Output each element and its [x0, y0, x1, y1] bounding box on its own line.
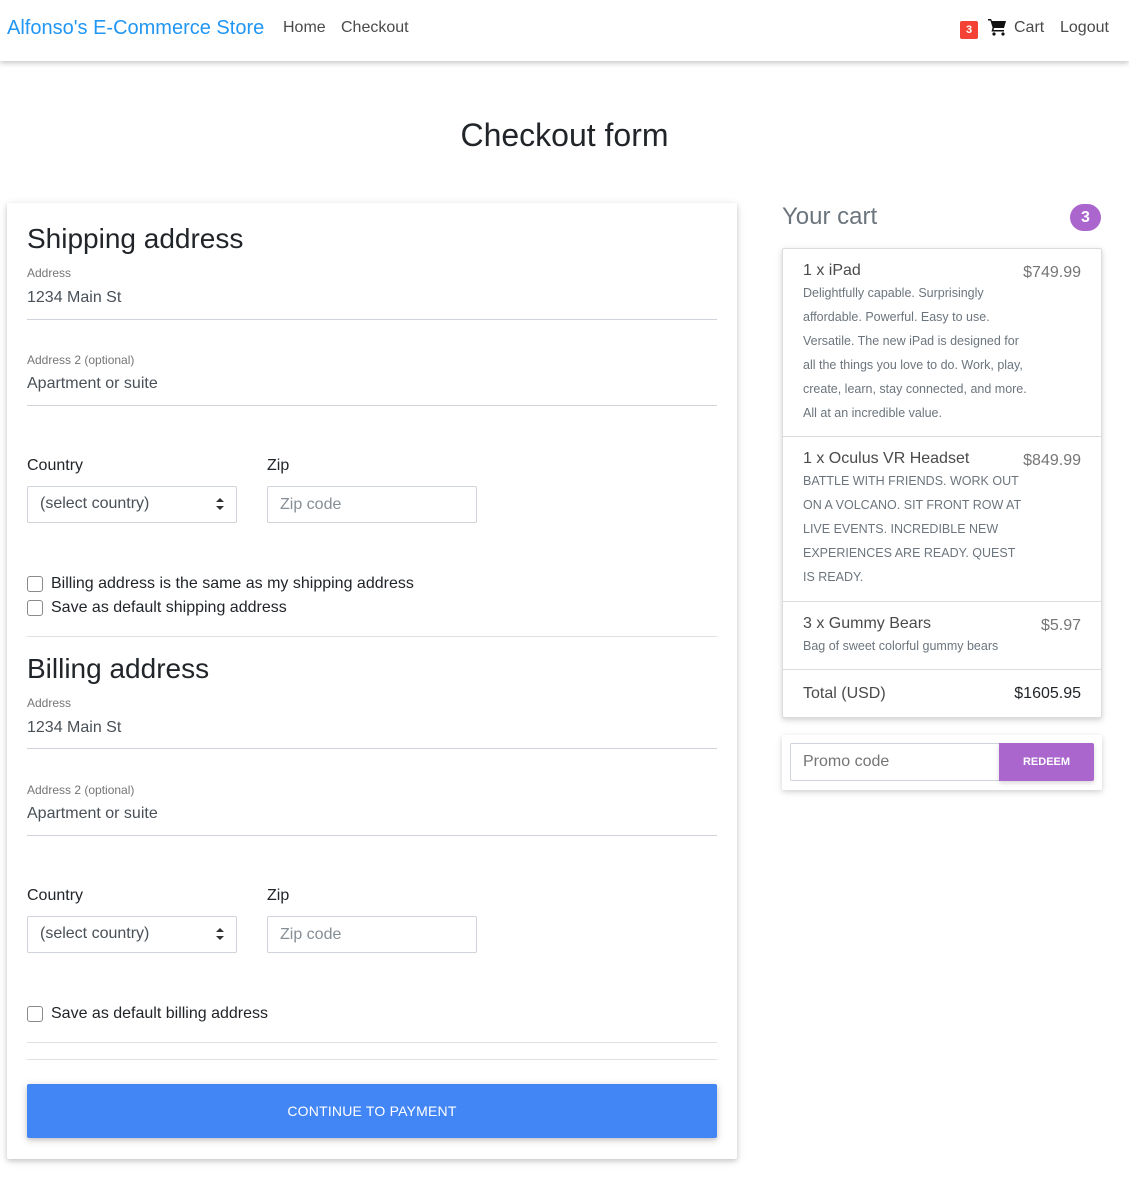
- checkout-form-card: Shipping address Address 1234 Main St Ad…: [7, 203, 737, 1159]
- cart-heading: Your cart: [782, 203, 878, 230]
- shipping-zip-placeholder: Zip code: [280, 496, 342, 513]
- promo-card: Promo code REDEEM: [782, 735, 1102, 790]
- nav-checkout-link[interactable]: Checkout: [341, 19, 409, 37]
- shipping-address2-label: Address 2 (optional): [27, 353, 135, 367]
- section-divider: [27, 1059, 717, 1060]
- section-divider: [27, 1042, 717, 1043]
- cart-item-name: 1 x Oculus VR Headset: [803, 450, 970, 467]
- continue-to-payment-button[interactable]: CONTINUE TO PAYMENT: [27, 1084, 717, 1138]
- section-divider: [27, 636, 717, 637]
- cart-item: 1 x Oculus VR Headset $849.99 BATTLE WIT…: [783, 437, 1101, 602]
- billing-title: Billing address: [27, 653, 210, 684]
- cart-count-pill: 3: [1070, 204, 1101, 231]
- page-title: Checkout form: [460, 117, 669, 153]
- billing-address2-input[interactable]: Apartment or suite: [27, 805, 158, 823]
- shipping-country-label: Country: [27, 457, 84, 474]
- shipping-address2-input[interactable]: Apartment or suite: [27, 375, 158, 393]
- save-default-shipping-checkbox[interactable]: [27, 600, 43, 616]
- cart-item: 1 x iPad $749.99 Delightfully capable. S…: [783, 249, 1101, 437]
- cart-item: 3 x Gummy Bears $5.97 Bag of sweet color…: [783, 602, 1101, 670]
- nav-logout-link[interactable]: Logout: [1060, 19, 1109, 37]
- shipping-country-value: (select country): [40, 495, 150, 512]
- cart-item-description: BATTLE WITH FRIENDS. WORK OUT ON A VOLCA…: [803, 474, 1021, 584]
- cart-items-list: 1 x iPad $749.99 Delightfully capable. S…: [782, 248, 1102, 718]
- billing-address-input[interactable]: 1234 Main St: [27, 719, 121, 737]
- navbar: Alfonso's E-Commerce Store Home Checkout…: [0, 0, 1129, 61]
- cart-item-name: 1 x iPad: [803, 262, 861, 279]
- shipping-address-label: Address: [27, 266, 72, 280]
- cart-item-price: $749.99: [1023, 264, 1081, 281]
- billing-zip-placeholder: Zip code: [280, 926, 342, 943]
- shipping-address-input[interactable]: 1234 Main St: [27, 289, 121, 307]
- billing-zip-label: Zip: [267, 887, 290, 904]
- billing-same-label[interactable]: Billing address is the same as my shippi…: [51, 575, 414, 593]
- billing-address-underline: [27, 748, 717, 749]
- cart-item-description: Bag of sweet colorful gummy bears: [803, 639, 999, 653]
- save-default-billing-label[interactable]: Save as default billing address: [51, 1005, 268, 1023]
- redeem-button[interactable]: REDEEM: [999, 743, 1094, 781]
- shopping-cart-icon[interactable]: [988, 18, 1007, 36]
- shipping-zip-label: Zip: [267, 457, 290, 474]
- billing-address2-underline: [27, 835, 717, 836]
- cart-total-label: Total (USD): [803, 685, 886, 702]
- billing-country-value: (select country): [40, 925, 150, 942]
- cart-item-price: $5.97: [1040, 617, 1081, 634]
- billing-country-label: Country: [27, 887, 84, 904]
- billing-same-checkbox[interactable]: [27, 576, 43, 592]
- promo-code-input[interactable]: Promo code: [790, 743, 1000, 781]
- save-default-shipping-label[interactable]: Save as default shipping address: [51, 599, 287, 617]
- save-default-billing-checkbox[interactable]: [27, 1006, 43, 1022]
- shipping-address-underline: [27, 319, 717, 320]
- billing-address-label: Address: [27, 696, 72, 710]
- shipping-title: Shipping address: [27, 223, 244, 254]
- promo-code-placeholder: Promo code: [803, 753, 890, 770]
- nav-home-link[interactable]: Home: [283, 19, 326, 37]
- cart-item-description: Delightfully capable. Surprisingly affor…: [803, 286, 1027, 420]
- cart-count-badge: 3: [960, 21, 978, 39]
- nav-cart-link[interactable]: Cart: [1014, 19, 1044, 37]
- cart-item-name: 3 x Gummy Bears: [803, 615, 932, 632]
- select-arrows-icon: [216, 928, 224, 940]
- billing-country-select[interactable]: (select country): [27, 916, 237, 953]
- select-arrows-icon: [216, 498, 224, 510]
- cart-total-value: $1605.95: [1014, 685, 1081, 702]
- billing-address2-label: Address 2 (optional): [27, 783, 135, 797]
- cart-item-price: $849.99: [1023, 452, 1081, 469]
- brand-link[interactable]: Alfonso's E-Commerce Store: [7, 17, 264, 40]
- shipping-country-select[interactable]: (select country): [27, 486, 237, 523]
- shipping-zip-input[interactable]: Zip code: [267, 486, 477, 523]
- billing-zip-input[interactable]: Zip code: [267, 916, 477, 953]
- shipping-address2-underline: [27, 405, 717, 406]
